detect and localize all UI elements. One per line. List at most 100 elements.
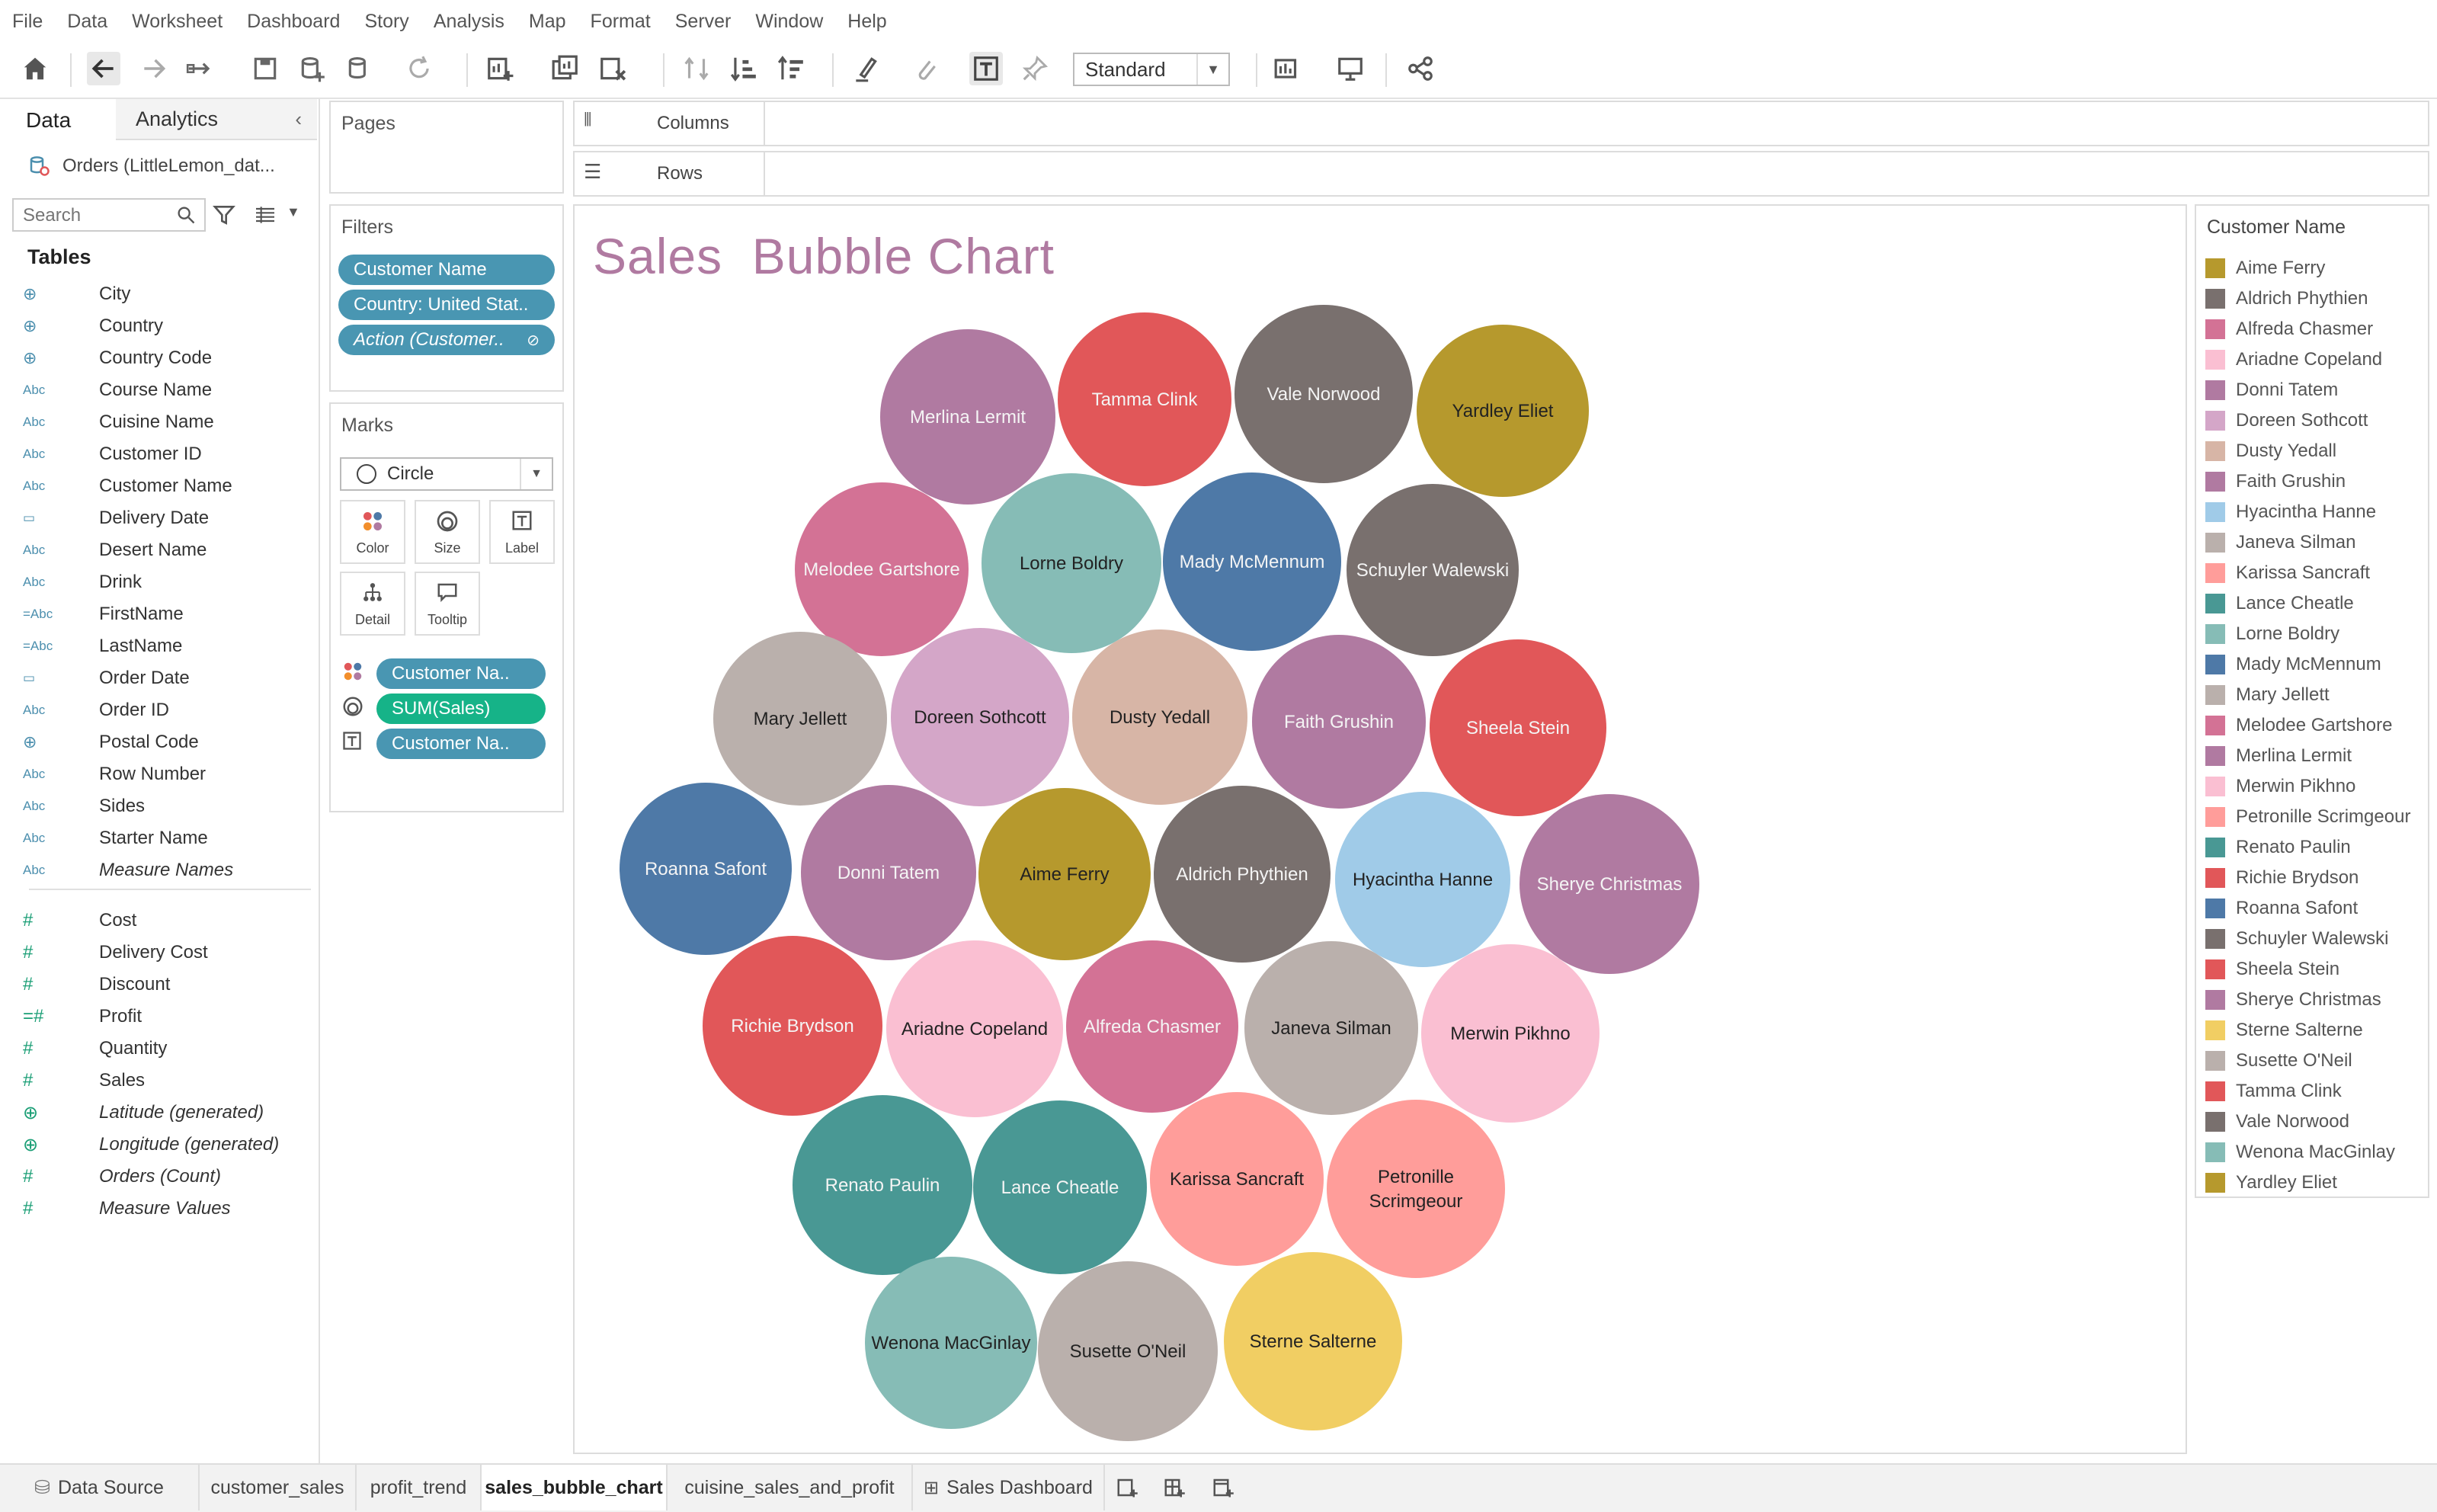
tab-sales-dashboard[interactable]: ⊞ Sales Dashboard <box>913 1465 1105 1510</box>
legend-item[interactable]: Vale Norwood <box>2205 1107 2349 1137</box>
marks-pill-color[interactable]: Customer Na.. <box>376 658 546 689</box>
legend-item[interactable]: Alfreda Chasmer <box>2205 314 2373 344</box>
menu-story[interactable]: Story <box>364 11 408 33</box>
chevron-down-icon[interactable]: ▼ <box>1196 54 1228 85</box>
show-mark-labels-icon[interactable] <box>969 52 1003 85</box>
marks-pill-label[interactable]: Customer Na.. <box>376 729 546 759</box>
group-members-icon[interactable] <box>908 52 942 85</box>
highlight-icon[interactable] <box>849 52 882 85</box>
menu-window[interactable]: Window <box>755 11 823 33</box>
filter-icon[interactable] <box>212 203 236 231</box>
tab-customer-sales[interactable]: customer_sales <box>200 1465 357 1510</box>
tooltip-button[interactable]: Tooltip <box>415 572 480 636</box>
duplicate-sheet-icon[interactable] <box>549 52 582 85</box>
legend-item[interactable]: Merwin Pikhno <box>2205 771 2355 802</box>
legend-item[interactable]: Ariadne Copeland <box>2205 344 2382 375</box>
legend-item[interactable]: Aldrich Phythien <box>2205 284 2368 314</box>
refresh-icon[interactable] <box>402 52 436 85</box>
home-icon[interactable] <box>18 52 52 85</box>
pause-datasource-icon[interactable] <box>343 52 376 85</box>
new-worksheet-tab-icon[interactable] <box>1105 1465 1149 1510</box>
size-button[interactable]: Size <box>415 500 480 564</box>
chevron-down-icon[interactable]: ▼ <box>520 459 552 489</box>
sort-ascending-icon[interactable] <box>727 52 761 85</box>
menu-data[interactable]: Data <box>67 11 107 33</box>
legend-item[interactable]: Yardley Eliet <box>2205 1168 2337 1198</box>
legend-item[interactable]: Sheela Stein <box>2205 954 2339 985</box>
new-dashboard-tab-icon[interactable] <box>1152 1465 1196 1510</box>
legend-item[interactable]: Hyacintha Hanne <box>2205 497 2376 527</box>
tab-data-source[interactable]: ⛁ Data Source <box>0 1465 200 1510</box>
menu-file[interactable]: File <box>12 11 43 33</box>
fit-select[interactable]: Standard ▼ <box>1073 53 1230 86</box>
legend-item[interactable]: Sherye Christmas <box>2205 985 2381 1015</box>
presentation-mode-icon[interactable] <box>1334 52 1367 85</box>
new-worksheet-icon[interactable] <box>483 52 517 85</box>
mark-type-select[interactable]: Circle ▼ <box>340 457 553 491</box>
color-button[interactable]: Color <box>340 500 405 564</box>
clear-sheet-icon[interactable] <box>596 52 629 85</box>
search-field[interactable] <box>12 198 206 232</box>
sort-descending-icon[interactable] <box>774 52 808 85</box>
menu-server[interactable]: Server <box>675 11 732 33</box>
collapse-pane-icon[interactable]: ‹ <box>295 107 302 131</box>
legend-item[interactable]: Faith Grushin <box>2205 466 2346 497</box>
detail-button[interactable]: Detail <box>340 572 405 636</box>
legend-item[interactable]: Schuyler Walewski <box>2205 924 2389 954</box>
filter-pill-customer-name[interactable]: Customer Name <box>338 255 555 285</box>
pages-shelf[interactable]: Pages <box>329 101 564 194</box>
legend-item[interactable]: Donni Tatem <box>2205 375 2338 405</box>
bubble-mark[interactable] <box>1327 1100 1505 1278</box>
label-button[interactable]: Label <box>489 500 555 564</box>
filter-pill-country[interactable]: Country: United Stat.. <box>338 290 555 320</box>
legend-item[interactable]: Petronille Scrimgeour <box>2205 802 2410 832</box>
legend-item[interactable]: Susette O'Neil <box>2205 1046 2352 1076</box>
menu-map[interactable]: Map <box>529 11 566 33</box>
marks-pill-size[interactable]: SUM(Sales) <box>376 694 546 724</box>
menu-dashboard[interactable]: Dashboard <box>247 11 340 33</box>
legend-item[interactable]: Dusty Yedall <box>2205 436 2336 466</box>
datasource-item[interactable]: Orders (LittleLemon_dat... <box>27 149 317 183</box>
legend-item[interactable]: Wenona MacGinlay <box>2205 1137 2395 1168</box>
legend-item[interactable]: Roanna Safont <box>2205 893 2358 924</box>
redo-icon[interactable] <box>137 52 171 85</box>
legend-item[interactable]: Lorne Boldry <box>2205 619 2339 649</box>
view-options-dropdown-icon[interactable]: ▼ <box>287 204 300 220</box>
legend-item[interactable]: Aime Ferry <box>2205 253 2325 284</box>
legend-item[interactable]: Lance Cheatle <box>2205 588 2354 619</box>
legend-item[interactable]: Doreen Sothcott <box>2205 405 2368 436</box>
menu-worksheet[interactable]: Worksheet <box>132 11 223 33</box>
swap-icon[interactable] <box>680 52 713 85</box>
view-options-icon[interactable] <box>253 203 277 231</box>
replay-icon[interactable] <box>183 52 216 85</box>
share-icon[interactable] <box>1404 52 1437 85</box>
tab-analytics[interactable]: Analytics ‹ <box>116 99 317 140</box>
tab-cuisine-sales-and-profit[interactable]: cuisine_sales_and_profit <box>668 1465 913 1510</box>
legend-item[interactable]: Merlina Lermit <box>2205 741 2352 771</box>
tab-profit-trend[interactable]: profit_trend <box>357 1465 482 1510</box>
legend-item[interactable]: Mary Jellett <box>2205 680 2330 710</box>
show-me-icon[interactable] <box>1271 52 1305 85</box>
legend-item[interactable]: Mady McMennum <box>2205 649 2381 680</box>
legend-item[interactable]: Janeva Silman <box>2205 527 2355 558</box>
legend-item[interactable]: Tamma Clink <box>2205 1076 2342 1107</box>
new-story-tab-icon[interactable] <box>1201 1465 1245 1510</box>
legend-item[interactable]: Richie Brydson <box>2205 863 2359 893</box>
save-icon[interactable] <box>248 52 282 85</box>
tab-sales-bubble-chart[interactable]: sales_bubble_chart <box>482 1465 668 1510</box>
rows-shelf[interactable]: ☰ Rows <box>573 151 2429 197</box>
new-datasource-icon[interactable] <box>296 52 329 85</box>
columns-shelf[interactable]: ⦀ Columns <box>573 101 2429 146</box>
legend-item[interactable]: Melodee Gartshore <box>2205 710 2392 741</box>
legend-item[interactable]: Sterne Salterne <box>2205 1015 2363 1046</box>
menu-help[interactable]: Help <box>847 11 886 33</box>
fix-axes-icon[interactable] <box>1018 52 1052 85</box>
menu-format[interactable]: Format <box>591 11 651 33</box>
tab-data[interactable]: Data <box>0 99 114 142</box>
legend-item[interactable]: Karissa Sancraft <box>2205 558 2370 588</box>
search-input[interactable] <box>21 203 169 229</box>
filter-pill-action[interactable]: Action (Customer.. ⊘ <box>338 325 555 355</box>
search-icon[interactable] <box>175 204 197 229</box>
undo-icon[interactable] <box>87 52 120 85</box>
legend-item[interactable]: Renato Paulin <box>2205 832 2351 863</box>
